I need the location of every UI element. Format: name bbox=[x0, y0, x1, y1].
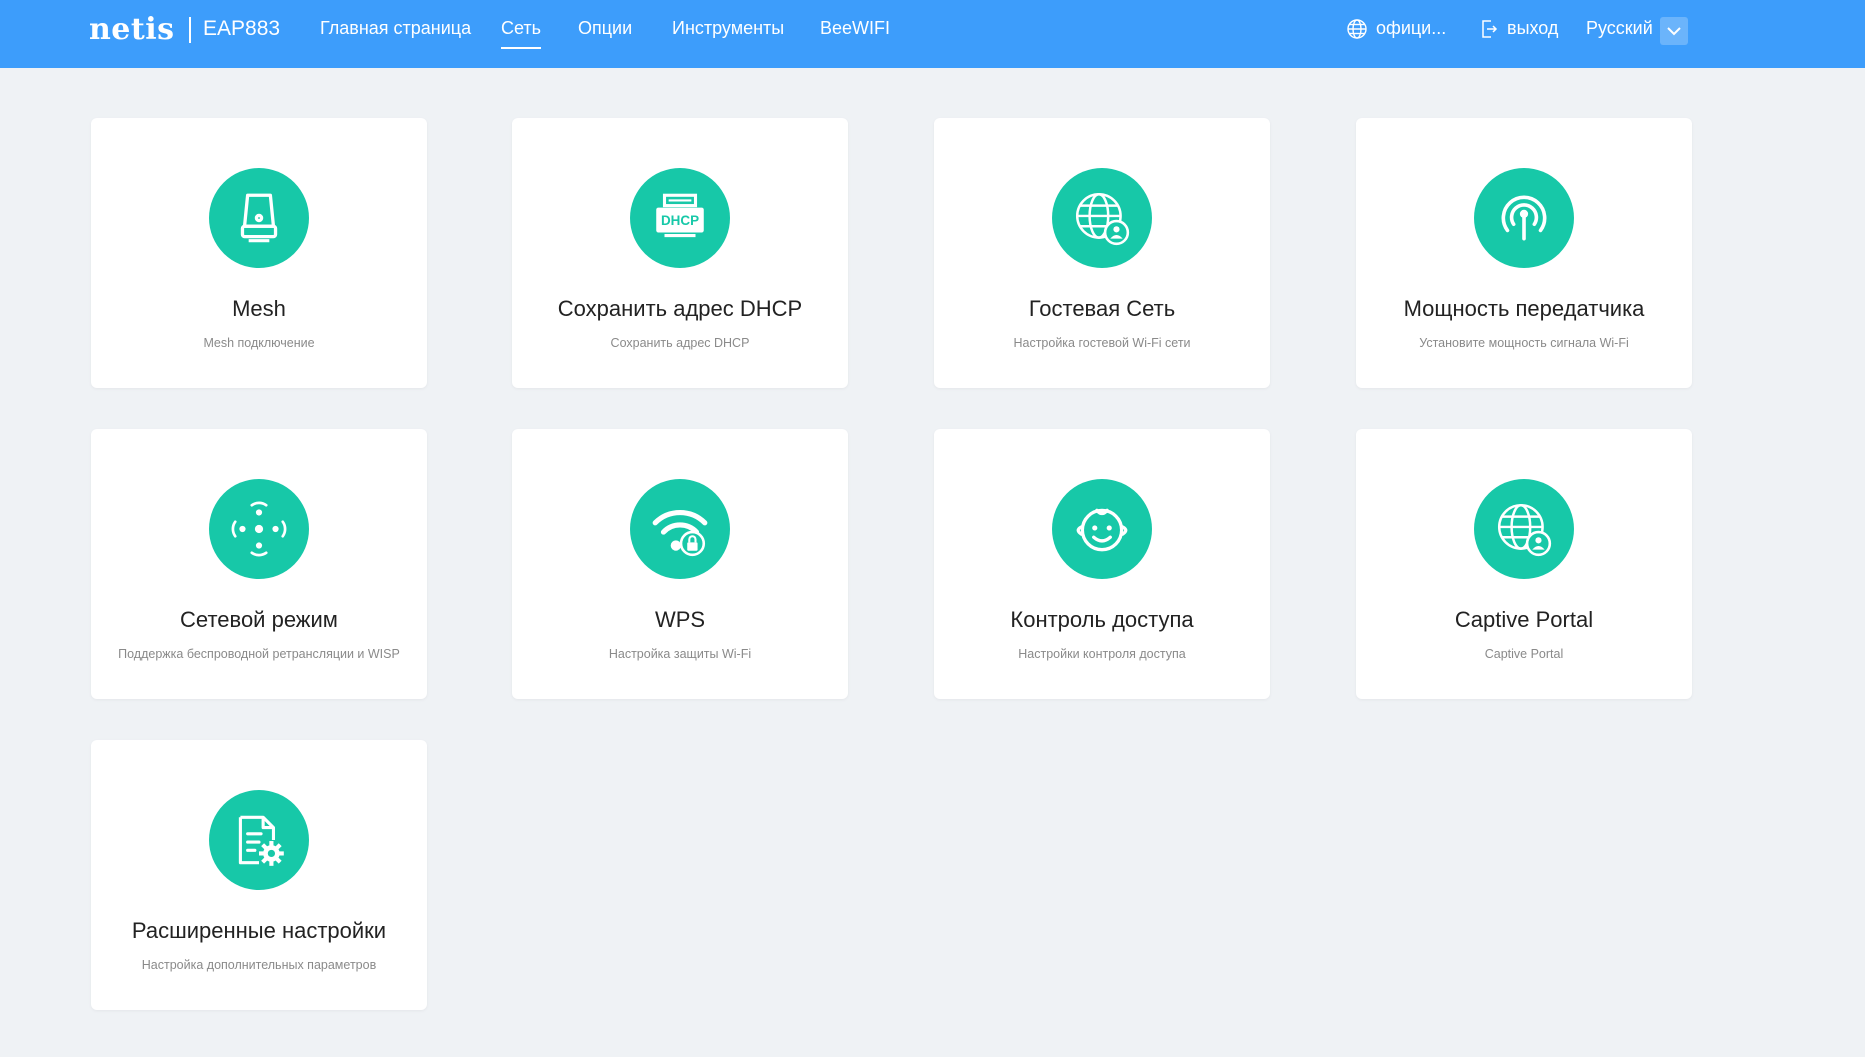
globe-icon[interactable] bbox=[1346, 18, 1368, 40]
card-guest-network[interactable]: Гостевая Сеть Настройка гостевой Wi-Fi с… bbox=[934, 118, 1270, 388]
card-title: Гостевая Сеть bbox=[1028, 296, 1176, 321]
card-title: Mesh bbox=[232, 296, 286, 321]
network-mode-icon bbox=[209, 479, 309, 579]
logout-icon[interactable] bbox=[1480, 19, 1498, 39]
card-title: Мощность передатчика bbox=[1403, 296, 1645, 321]
card-description: Mesh подключение bbox=[203, 336, 315, 350]
captive-portal-globe-icon bbox=[1474, 479, 1574, 579]
wifi-lock-icon bbox=[630, 479, 730, 579]
logout-link[interactable]: выход bbox=[1507, 18, 1558, 39]
card-description: Настройка защиты Wi-Fi bbox=[608, 647, 752, 661]
card-access-control[interactable]: Контроль доступа Настройки контроля дост… bbox=[934, 429, 1270, 699]
language-label[interactable]: Русский bbox=[1586, 18, 1653, 39]
card-description: Установите мощность сигнала Wi-Fi bbox=[1419, 336, 1629, 350]
svg-text:DHCP: DHCP bbox=[661, 213, 699, 228]
antenna-signal-icon bbox=[1474, 168, 1574, 268]
card-description: Настройка дополнительных параметров bbox=[141, 958, 377, 972]
card-dhcp-reservation[interactable]: DHCP Сохранить адрес DHCP Сохранить адре… bbox=[512, 118, 848, 388]
card-title: Расширенные настройки bbox=[131, 918, 387, 943]
chevron-down-icon bbox=[1667, 27, 1681, 36]
card-description: Настройка гостевой Wi-Fi сети bbox=[1013, 336, 1191, 350]
nav-network[interactable]: Сеть bbox=[501, 18, 542, 49]
card-title: Сетевой режим bbox=[180, 607, 338, 632]
card-mesh[interactable]: Mesh Mesh подключение bbox=[91, 118, 427, 388]
official-site-link[interactable]: офици... bbox=[1376, 18, 1446, 39]
card-description: Сохранить адрес DHCP bbox=[610, 336, 750, 350]
guest-network-globe-icon bbox=[1052, 168, 1152, 268]
device-model: EAP883 bbox=[203, 17, 281, 40]
card-title: Captive Portal bbox=[1454, 607, 1594, 632]
card-description: Поддержка беспроводной ретрансляции и WI… bbox=[118, 647, 400, 661]
logo-divider bbox=[189, 17, 191, 43]
card-captive-portal[interactable]: Captive Portal Captive Portal bbox=[1356, 429, 1692, 699]
card-title: Сохранить адрес DHCP bbox=[557, 296, 803, 321]
document-gear-icon bbox=[209, 790, 309, 890]
child-face-icon bbox=[1052, 479, 1152, 579]
nav-beewifi[interactable]: BeeWIFI bbox=[820, 18, 890, 39]
card-description: Captive Portal bbox=[1484, 647, 1564, 661]
card-description: Настройки контроля доступа bbox=[1018, 647, 1186, 661]
top-navigation-bar: netis EAP883 Главная страница Сеть Опции… bbox=[0, 0, 1865, 68]
netis-logo[interactable]: netis bbox=[89, 12, 175, 47]
card-title: WPS bbox=[654, 607, 706, 632]
nav-home[interactable]: Главная страница bbox=[320, 18, 471, 39]
card-wps[interactable]: WPS Настройка защиты Wi-Fi bbox=[512, 429, 848, 699]
mesh-device-icon bbox=[209, 168, 309, 268]
card-title: Контроль доступа bbox=[1010, 607, 1194, 632]
nav-tools[interactable]: Инструменты bbox=[672, 18, 784, 39]
language-dropdown[interactable] bbox=[1660, 17, 1688, 45]
card-transmit-power[interactable]: Мощность передатчика Установите мощность… bbox=[1356, 118, 1692, 388]
card-advanced-settings[interactable]: Расширенные настройки Настройка дополнит… bbox=[91, 740, 427, 1010]
nav-options[interactable]: Опции bbox=[578, 18, 632, 39]
card-network-mode[interactable]: Сетевой режим Поддержка беспроводной рет… bbox=[91, 429, 427, 699]
dhcp-icon: DHCP bbox=[630, 168, 730, 268]
